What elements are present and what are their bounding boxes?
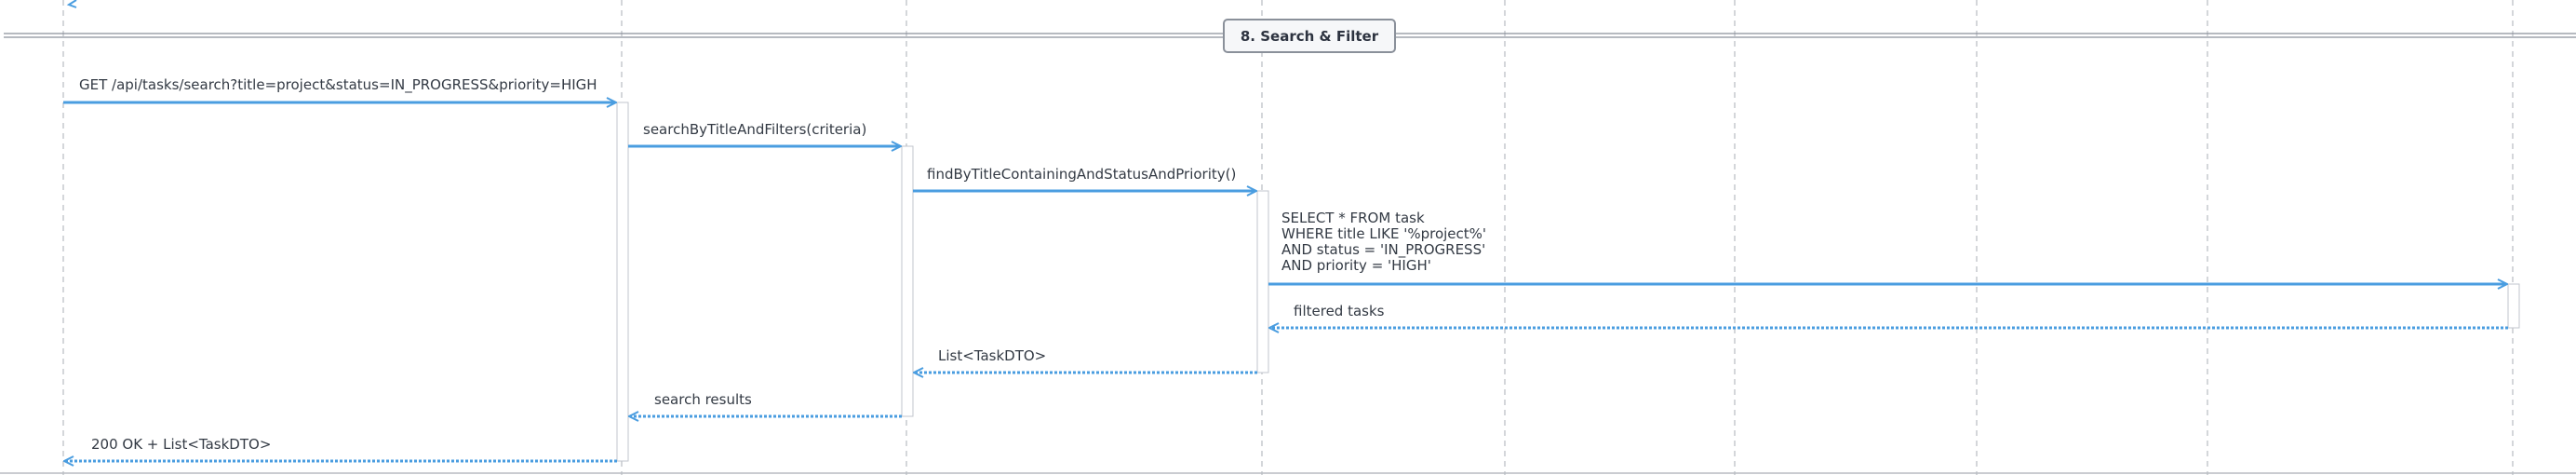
message-label: searchByTitleAndFilters(criteria) — [643, 121, 866, 138]
message-label: List<TaskDTO> — [938, 347, 1046, 364]
message-label: AND priority = 'HIGH' — [1281, 257, 1431, 274]
activation-service — [901, 145, 914, 417]
sequence-diagram: 8. Search & Filter GET /api/tasks/search… — [0, 0, 2576, 475]
previous-arrow-tail — [66, 0, 77, 8]
message-label: GET /api/tasks/search?title=project&stat… — [79, 76, 597, 94]
section-divider: 8. Search & Filter — [4, 19, 2576, 53]
activation-bars — [616, 102, 2520, 462]
message-label: filtered tasks — [1294, 303, 1385, 319]
message-label: SELECT * FROM task — [1281, 210, 1425, 226]
activation-repository — [1256, 190, 1269, 373]
activation-controller — [616, 102, 629, 462]
activation-database — [2507, 283, 2520, 329]
messages: GET /api/tasks/search?title=project&stat… — [63, 76, 2508, 461]
message-label: findByTitleContainingAndStatusAndPriorit… — [927, 166, 1236, 183]
section-title: 8. Search & Filter — [1241, 28, 1379, 45]
message-label: search results — [654, 391, 752, 408]
message-label: 200 OK + List<TaskDTO> — [91, 436, 271, 453]
message-label: WHERE title LIKE '%project%' — [1281, 225, 1486, 242]
